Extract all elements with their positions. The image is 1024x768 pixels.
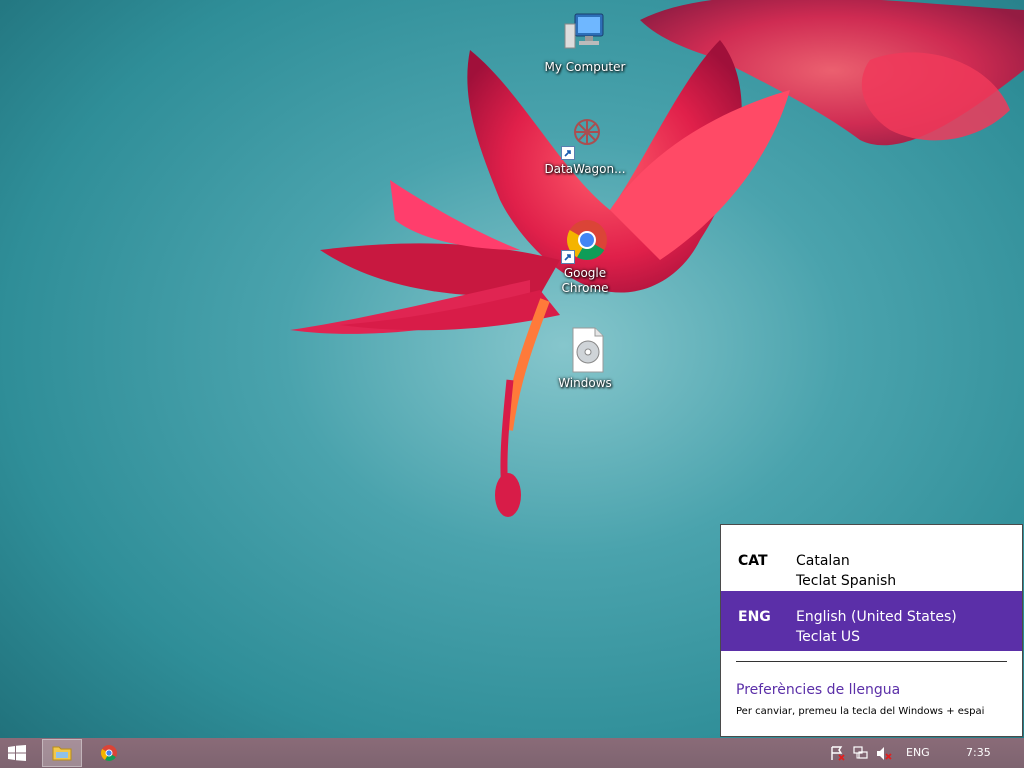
language-switcher-popup: CAT Catalan Teclat Spanish ENG English (… [720,524,1023,737]
taskbar-chrome-button[interactable] [100,744,118,762]
datawagon-icon [561,112,609,160]
language-preferences-link[interactable]: Preferències de llengua [736,682,900,698]
desktop-icon-label: Google Chrome [561,266,609,295]
computer-icon [561,10,609,58]
language-option-english[interactable]: ENG English (United States) Teclat US [721,591,1022,651]
desktop-icon-label: Windows [558,376,612,390]
desktop-icon-google-chrome[interactable]: Google Chrome [540,216,630,296]
taskbar-file-explorer-button[interactable] [42,739,82,767]
language-name: English (United States) [796,609,957,625]
language-code: CAT [738,553,768,569]
taskbar: ENG 7:35 [0,738,1024,768]
volume-muted-icon[interactable] [876,746,892,761]
keyboard-layout: Teclat US [796,629,861,645]
chrome-icon [561,216,609,264]
action-center-flag-icon[interactable] [830,746,846,761]
desktop-icon-my-computer[interactable]: My Computer [540,10,630,75]
network-icon[interactable] [853,746,869,761]
desktop-icon-datawagon[interactable]: DataWagon... [540,112,630,177]
shortcut-arrow-icon [561,146,575,160]
file-explorer-icon [52,746,72,761]
shortcut-arrow-icon [561,250,575,264]
keyboard-layout: Teclat Spanish [796,573,897,589]
language-option-catalan[interactable]: CAT Catalan Teclat Spanish [721,535,1022,595]
tray-clock[interactable]: 7:35 [966,746,991,759]
start-button[interactable] [8,745,26,761]
language-code: ENG [738,609,771,625]
windows-logo-icon [8,745,26,761]
chrome-icon [101,745,117,761]
desktop-icon-label: My Computer [544,60,626,74]
divider [736,661,1007,662]
desktop-icon-label: DataWagon... [544,162,626,176]
desktop-icon-windows[interactable]: Windows [540,326,630,391]
language-switch-hint: Per canviar, premeu la tecla del Windows… [736,706,985,717]
disc-file-icon [561,326,609,374]
language-name: Catalan [796,553,850,569]
tray-language-indicator[interactable]: ENG [906,746,930,759]
